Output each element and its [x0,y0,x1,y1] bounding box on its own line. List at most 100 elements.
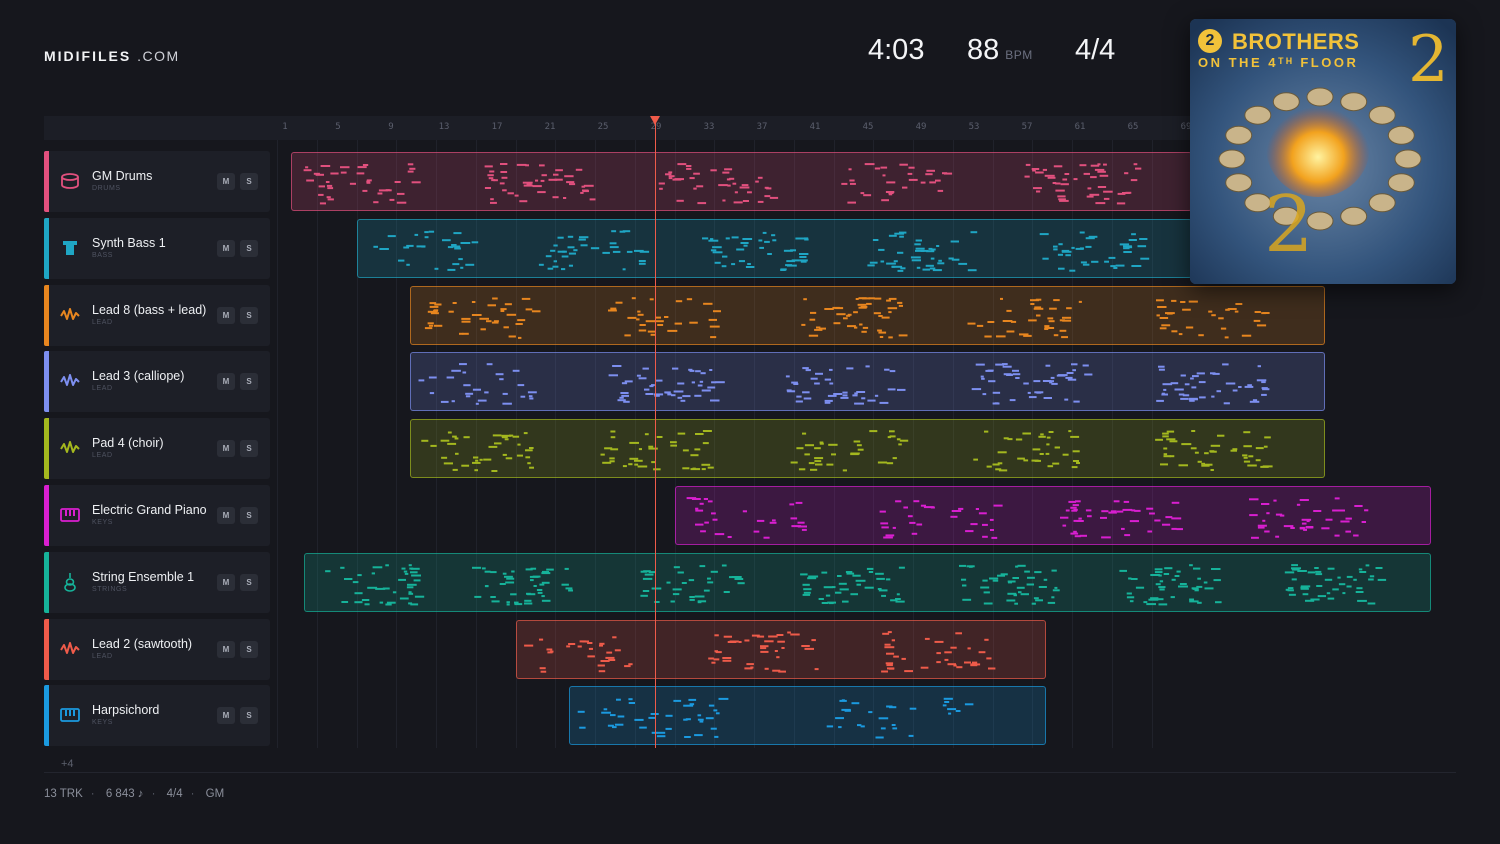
brand-domain: .COM [137,48,180,64]
ruler-tick: 61 [1074,122,1086,132]
track-header[interactable]: Synth Bass 1 BASS M S [44,217,270,279]
midi-clip[interactable] [516,619,1047,679]
mute-button[interactable]: M [217,440,235,458]
brand-name: MIDIFILES [44,48,132,64]
mute-button[interactable]: M [217,373,235,391]
solo-button[interactable]: S [240,306,258,324]
brand-logo[interactable]: MIDIFILES .COM [44,48,180,64]
mute-button[interactable]: M [217,306,235,324]
mute-button[interactable]: M [217,173,235,190]
track-header[interactable]: Lead 2 (sawtooth) LEAD M S [44,618,270,680]
track-color-strip [44,685,49,747]
grid-line [277,140,278,748]
midi-clip[interactable] [410,419,1325,479]
track-header[interactable]: String Ensemble 1 STRINGS M S [44,551,270,613]
note-pattern [425,296,1270,339]
footer-stats: 13 TRK · 6 843 ♪ · 4/4 · GM [44,788,230,800]
playhead-marker-icon[interactable] [650,116,660,125]
playhead[interactable] [655,116,656,748]
more-tracks-count[interactable]: +4 [61,758,74,770]
track-category: LEAD [92,385,113,393]
solo-button[interactable]: S [240,640,258,658]
track-color-strip [44,351,49,413]
solo-button[interactable]: S [240,239,258,257]
footer-time-signature: 4/4 [166,788,183,800]
midi-clip[interactable] [410,352,1325,412]
track-category: KEYS [92,519,114,526]
ruler-tick: 5 [335,122,341,132]
track-header[interactable]: Lead 8 (bass + lead) LEAD M S [44,284,270,346]
track-color-strip [44,418,49,480]
note-pattern [524,630,996,673]
waveform-icon [60,438,80,458]
track-name: Lead 3 (calliope) [92,369,185,384]
ruler-tick: 17 [491,122,503,132]
note-pattern [421,430,1273,473]
waveform-icon [60,371,80,391]
track-header[interactable]: GM Drums DRUMS M S [44,151,270,212]
midi-clip[interactable] [410,285,1325,345]
track-category: KEYS [92,719,114,727]
album-number: 2 [1408,23,1449,97]
ruler-tick: 33 [703,122,715,132]
track-name: String Ensemble 1 [92,569,195,584]
bass-icon [60,238,80,258]
track-header[interactable]: Pad 4 (choir) LEAD M S [44,418,270,480]
waveform-icon [60,305,80,325]
midi-clip[interactable] [291,152,1192,211]
grid-line [316,140,318,748]
track-category: LEAD [92,452,113,460]
track-category: STRINGS [92,585,128,593]
solo-button[interactable]: S [240,707,258,725]
track-category: LEAD [92,652,113,660]
mute-button[interactable]: M [217,507,235,524]
svg-text:2: 2 [1264,180,1314,270]
track-header[interactable]: Electric Grand Piano KEYS M S [44,485,270,546]
album-cover: 2 2 BROTHERS ON THE 4ᵀᴴ FLOOR 2 [1190,19,1456,284]
ruler-tick: 21 [544,122,556,132]
track-color-strip [44,551,49,613]
track-name: Lead 2 (sawtooth) [92,636,193,651]
waveform-icon [60,639,80,659]
album-subtitle: ON THE 4ᵀᴴ FLOOR [1198,55,1359,70]
tempo-readout: 88 BPM [967,34,1033,67]
tempo-unit: BPM [1005,48,1033,62]
midi-clip[interactable] [569,686,1047,746]
ruler-tick: 25 [597,122,609,132]
note-pattern [303,163,1142,205]
mute-button[interactable]: M [217,573,235,591]
mute-button[interactable]: M [217,239,235,257]
solo-button[interactable]: S [240,573,258,591]
note-pattern [373,229,1150,272]
separator: · [151,788,156,800]
midi-standard: GM [205,788,225,800]
ruler-tick: 1 [282,122,288,132]
piano-icon [60,505,80,525]
note-pattern [418,363,1270,406]
track-header[interactable]: Harpsichord KEYS M S [44,685,270,747]
track-color-strip [44,151,49,212]
solo-button[interactable]: S [240,440,258,458]
midi-clip[interactable] [357,218,1192,278]
mute-button[interactable]: M [217,640,235,658]
track-color-strip [44,485,49,546]
mute-button[interactable]: M [217,707,235,725]
note-pattern [686,497,1369,539]
footer-divider [44,772,1456,773]
album-badge: 2 [1198,29,1222,53]
midi-clip[interactable] [675,486,1431,545]
track-name: Synth Bass 1 [92,235,166,250]
ruler-tick: 65 [1127,122,1139,132]
ruler-tick: 13 [438,122,450,132]
track-category: BASS [92,251,114,259]
track-header[interactable]: Lead 3 (calliope) LEAD M S [44,351,270,413]
solo-button[interactable]: S [240,173,258,190]
piano-icon [60,705,80,725]
solo-button[interactable]: S [240,507,258,524]
album-title: BROTHERS [1232,29,1360,54]
midi-clip[interactable] [304,552,1431,612]
track-name: Harpsichord [92,703,160,718]
drum-icon [60,171,80,191]
track-name: Pad 4 (choir) [92,436,164,451]
solo-button[interactable]: S [240,373,258,391]
